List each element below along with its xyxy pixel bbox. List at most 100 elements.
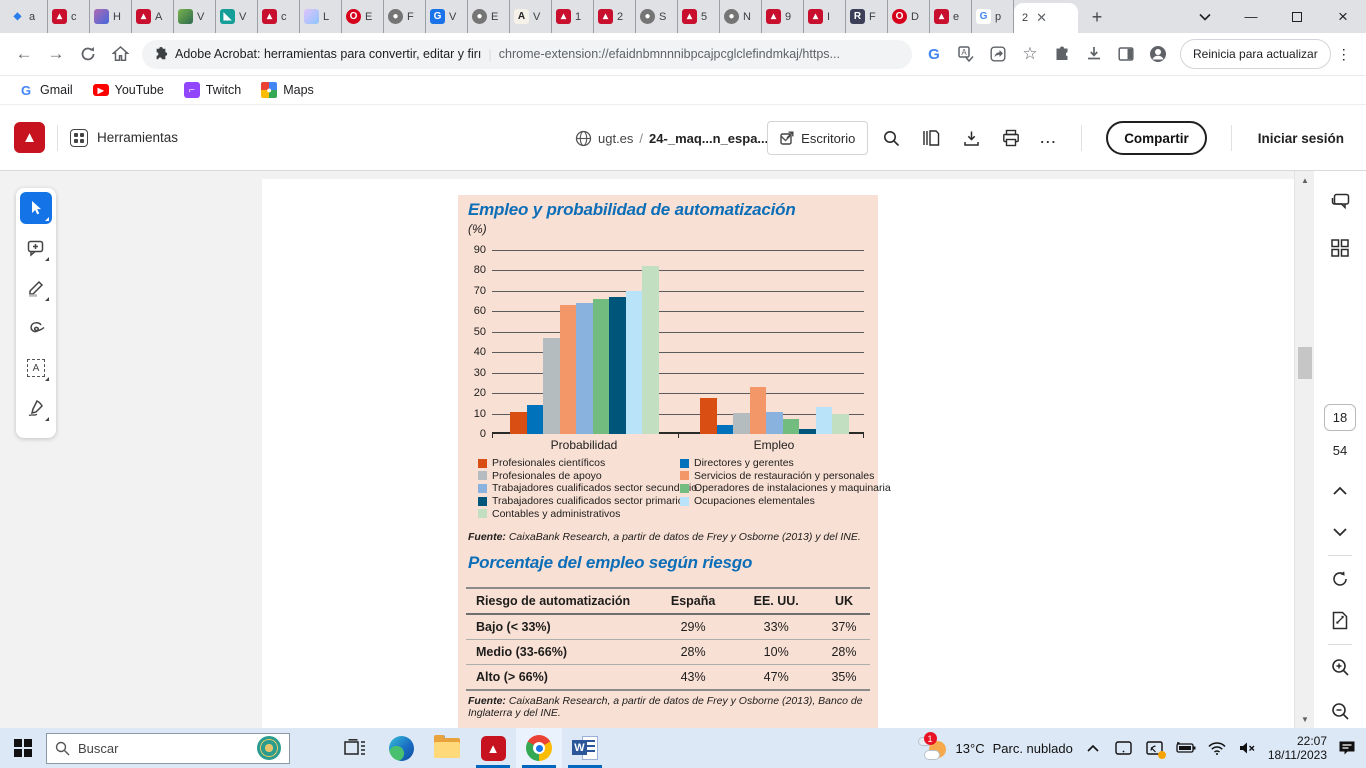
forward-icon[interactable]: → bbox=[40, 38, 72, 70]
downloads-icon[interactable] bbox=[1078, 38, 1110, 70]
draw-tool-button[interactable] bbox=[20, 312, 52, 344]
back-icon[interactable]: ← bbox=[8, 38, 40, 70]
share-icon[interactable] bbox=[982, 38, 1014, 70]
search-icon[interactable] bbox=[874, 121, 908, 155]
browser-tab[interactable]: ◆a bbox=[6, 0, 48, 33]
vertical-scrollbar[interactable]: ▲ ▼ bbox=[1294, 171, 1314, 728]
browser-tab[interactable]: RF bbox=[846, 0, 888, 33]
file-explorer-taskbar-icon[interactable] bbox=[424, 728, 470, 768]
table-row: Bajo (< 33%)29%33%37% bbox=[466, 614, 870, 640]
page-view-icon[interactable] bbox=[914, 121, 948, 155]
bookmark-item[interactable]: ●Maps bbox=[253, 79, 322, 101]
maximize-button[interactable] bbox=[1274, 0, 1320, 33]
bookmark-item[interactable]: ▶YouTube bbox=[85, 80, 172, 100]
scrollbar-thumb[interactable] bbox=[1298, 347, 1312, 379]
rotate-page-icon[interactable] bbox=[1322, 562, 1358, 596]
close-button[interactable]: × bbox=[1320, 0, 1366, 33]
previous-page-icon[interactable] bbox=[1322, 474, 1358, 508]
comment-tool-button[interactable] bbox=[20, 232, 52, 264]
current-page-box[interactable]: 18 bbox=[1324, 404, 1356, 430]
home-icon[interactable] bbox=[104, 38, 136, 70]
zoom-in-icon[interactable] bbox=[1322, 651, 1358, 685]
browser-tab[interactable]: V bbox=[174, 0, 216, 33]
share-button[interactable]: Compartir bbox=[1106, 121, 1207, 155]
browser-tab[interactable]: ▴5 bbox=[678, 0, 720, 33]
browser-tab[interactable]: ▴1 bbox=[552, 0, 594, 33]
document-name[interactable]: 24-_maq...n_espa... bbox=[649, 131, 768, 146]
download-icon[interactable] bbox=[954, 121, 988, 155]
bookmark-star-icon[interactable]: ☆ bbox=[1014, 38, 1046, 70]
browser-tab[interactable]: ◣V bbox=[216, 0, 258, 33]
bookmark-item[interactable]: GGmail bbox=[10, 79, 81, 101]
search-highlight-icon[interactable] bbox=[257, 736, 281, 760]
browser-tab[interactable]: ▴c bbox=[48, 0, 90, 33]
browser-tab[interactable]: ●E bbox=[468, 0, 510, 33]
reload-icon[interactable] bbox=[72, 38, 104, 70]
browser-tab[interactable]: ▴I bbox=[804, 0, 846, 33]
weather-widget[interactable]: 1 13°C Parc. nublado bbox=[918, 735, 1073, 761]
clock-widget[interactable]: 22:07 18/11/2023 bbox=[1268, 734, 1327, 762]
browser-tab[interactable]: AV bbox=[510, 0, 552, 33]
sign-in-button[interactable]: Iniciar sesión bbox=[1250, 131, 1352, 146]
battery-icon[interactable] bbox=[1175, 732, 1197, 764]
side-panel-icon[interactable] bbox=[1110, 38, 1142, 70]
browser-tab[interactable]: OD bbox=[888, 0, 930, 33]
site-name[interactable]: ugt.es bbox=[598, 131, 633, 146]
browser-tab[interactable]: OE bbox=[342, 0, 384, 33]
next-page-icon[interactable] bbox=[1322, 516, 1358, 550]
tablet-mode-icon[interactable] bbox=[1113, 732, 1135, 764]
fit-page-icon[interactable] bbox=[1322, 604, 1358, 638]
google-icon[interactable]: G bbox=[918, 38, 950, 70]
wifi-icon[interactable] bbox=[1206, 732, 1228, 764]
address-bar[interactable]: Adobe Acrobat: herramientas para convert… bbox=[142, 40, 912, 69]
browser-tab[interactable]: L bbox=[300, 0, 342, 33]
translate-icon[interactable]: A bbox=[950, 38, 982, 70]
browser-tab[interactable]: ●N bbox=[720, 0, 762, 33]
open-desktop-button[interactable]: Escritorio bbox=[767, 121, 868, 155]
select-text-tool-button[interactable]: A bbox=[20, 352, 52, 384]
cast-icon[interactable] bbox=[1144, 732, 1166, 764]
word-taskbar-icon[interactable]: W bbox=[562, 728, 608, 768]
browser-tab[interactable]: ▴2 bbox=[594, 0, 636, 33]
extensions-puzzle-icon[interactable] bbox=[1046, 38, 1078, 70]
highlight-tool-button[interactable] bbox=[20, 272, 52, 304]
more-options-icon[interactable]: ... bbox=[1034, 131, 1063, 146]
notification-center-icon[interactable] bbox=[1336, 732, 1358, 764]
scroll-down-arrow[interactable]: ▼ bbox=[1295, 712, 1315, 726]
zoom-out-icon[interactable] bbox=[1322, 694, 1358, 728]
chrome-menu-icon[interactable]: ⋮ bbox=[1331, 46, 1357, 63]
active-tab[interactable]: 2 ✕ bbox=[1014, 3, 1078, 33]
browser-tab[interactable]: ▴A bbox=[132, 0, 174, 33]
tab-close-icon[interactable]: ✕ bbox=[1036, 10, 1047, 26]
tools-menu-button[interactable]: Herramientas bbox=[70, 129, 178, 147]
select-tool-button[interactable] bbox=[20, 192, 52, 224]
edge-taskbar-icon[interactable] bbox=[378, 728, 424, 768]
browser-tab[interactable]: H bbox=[90, 0, 132, 33]
browser-tab[interactable]: ▴9 bbox=[762, 0, 804, 33]
task-view-button[interactable] bbox=[332, 728, 378, 768]
new-tab-button[interactable]: + bbox=[1084, 4, 1110, 30]
browser-tab[interactable]: ●F bbox=[384, 0, 426, 33]
acrobat-taskbar-icon[interactable]: ▲ bbox=[470, 728, 516, 768]
bookmark-item[interactable]: ⌐Twitch bbox=[176, 79, 249, 101]
relaunch-to-update-button[interactable]: Reinicia para actualizar bbox=[1180, 39, 1331, 69]
volume-muted-icon[interactable] bbox=[1237, 732, 1259, 764]
minimize-button[interactable]: — bbox=[1228, 0, 1274, 33]
start-button[interactable] bbox=[0, 728, 46, 768]
browser-tab[interactable]: GV bbox=[426, 0, 468, 33]
page-thumbnails-icon[interactable] bbox=[1322, 231, 1358, 265]
chrome-taskbar-icon[interactable] bbox=[516, 728, 562, 768]
browser-tab[interactable]: ●S bbox=[636, 0, 678, 33]
comments-panel-icon[interactable] bbox=[1322, 185, 1358, 219]
browser-tab[interactable]: ▴e bbox=[930, 0, 972, 33]
browser-tab[interactable]: ▴c bbox=[258, 0, 300, 33]
tab-search-chevron-icon[interactable] bbox=[1182, 0, 1228, 33]
fill-sign-tool-button[interactable] bbox=[20, 392, 52, 424]
browser-tab[interactable]: Gp bbox=[972, 0, 1014, 33]
acrobat-logo[interactable]: ▲ bbox=[14, 122, 45, 153]
print-icon[interactable] bbox=[994, 121, 1028, 155]
profile-avatar[interactable] bbox=[1142, 38, 1174, 70]
scroll-up-arrow[interactable]: ▲ bbox=[1295, 173, 1315, 187]
taskbar-search-input[interactable]: Buscar bbox=[46, 733, 290, 764]
hidden-icons-chevron[interactable] bbox=[1082, 732, 1104, 764]
